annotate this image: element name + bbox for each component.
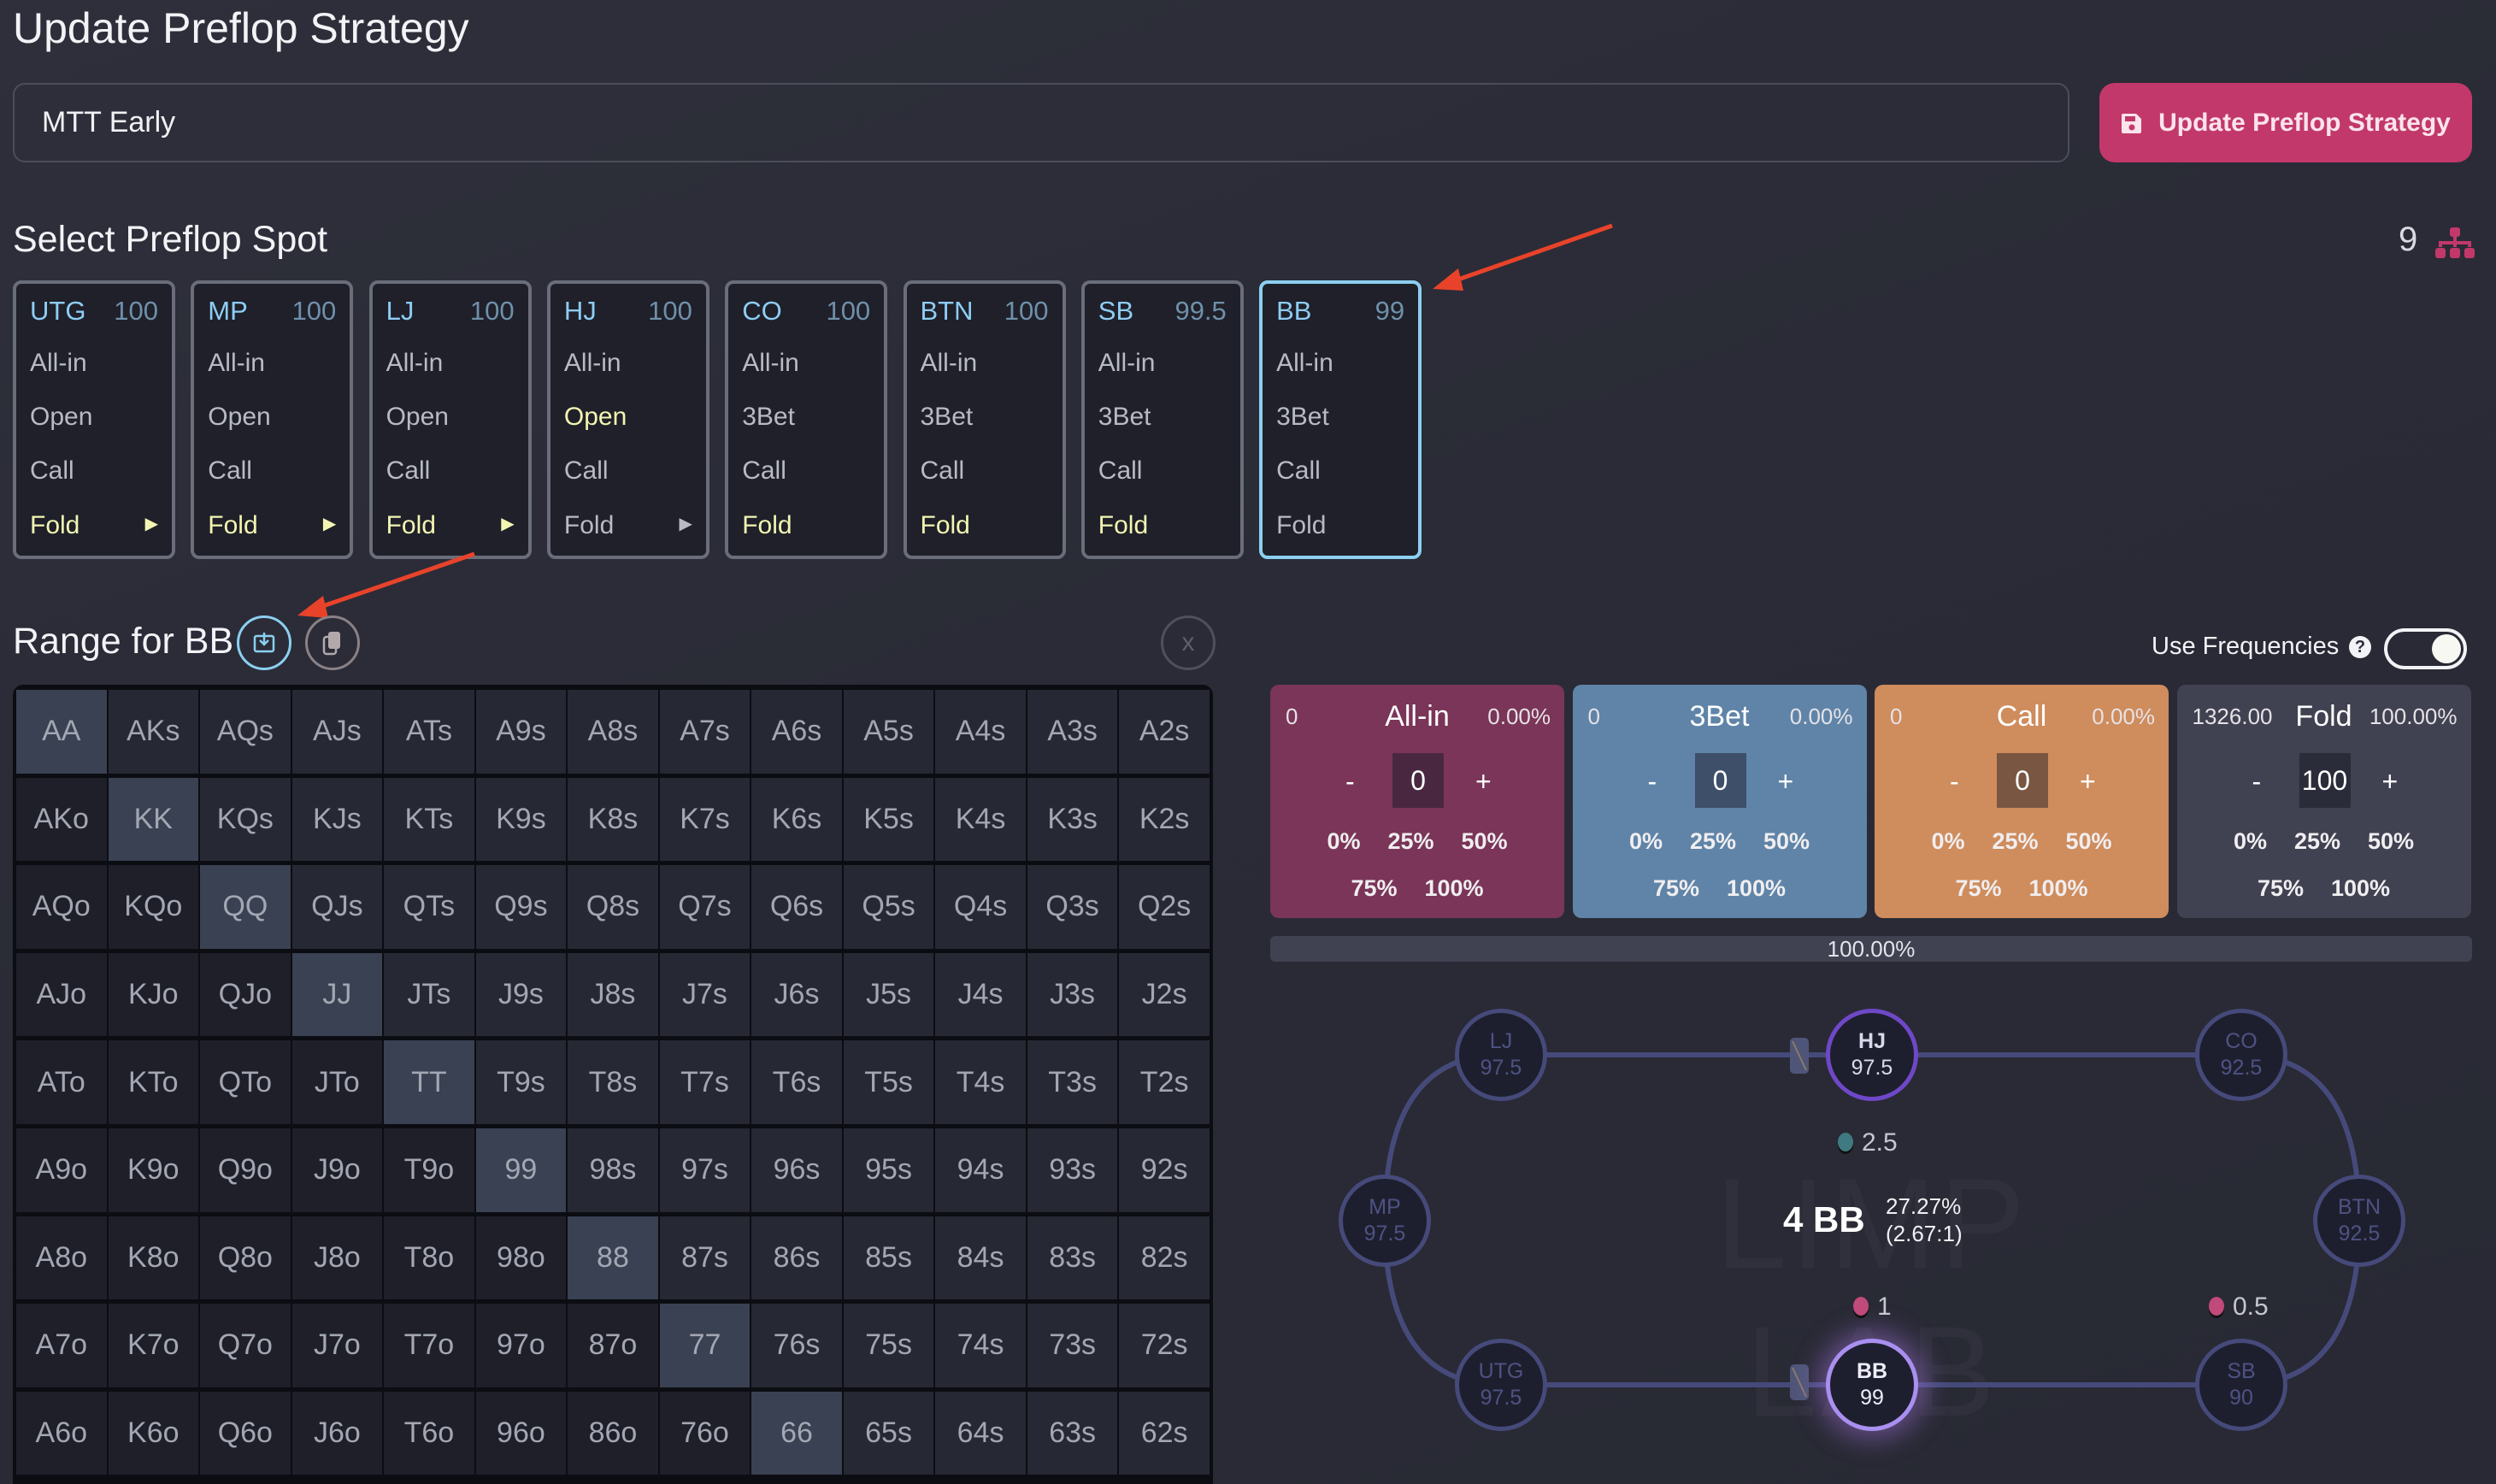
pot-odds-percent: 27.27% (1886, 1193, 1962, 1219)
seat-hj[interactable]: HJ 97.5 (1826, 1009, 1918, 1101)
seat-mp[interactable]: MP 97.5 (1339, 1175, 1431, 1267)
bet-amount: 2.5 (1862, 1128, 1898, 1157)
seat-stack: 90 (2229, 1386, 2253, 1410)
chip-icon (2209, 1297, 2224, 1316)
seat-stack: 97.5 (1480, 1056, 1522, 1080)
bet-amount: 1 (1877, 1293, 1892, 1321)
poker-table (1381, 1038, 2363, 1400)
pot-size: 4 BB (1783, 1199, 1865, 1240)
seat-co[interactable]: CO 92.5 (2195, 1009, 2287, 1101)
seat-sb[interactable]: SB 90 (2195, 1339, 2287, 1431)
chip-icon (1853, 1297, 1869, 1316)
seat-stack: 92.5 (2220, 1056, 2263, 1080)
pot-odds: 27.27% (2.67:1) (1886, 1192, 1963, 1247)
seat-stack: 97.5 (1480, 1386, 1522, 1410)
seat-stack: 97.5 (1363, 1222, 1406, 1246)
table-rail (1381, 1052, 2363, 1387)
seat-stack: 97.5 (1851, 1056, 1893, 1080)
bet-amount: 0.5 (2233, 1293, 2269, 1321)
seat-stack: 92.5 (2338, 1222, 2381, 1246)
seat-utg[interactable]: UTG 97.5 (1455, 1339, 1547, 1431)
seat-position: HJ (1858, 1028, 1886, 1053)
seat-stack: 99 (1860, 1386, 1884, 1410)
seat-position: CO (2225, 1028, 2258, 1053)
chip-icon (1838, 1133, 1853, 1151)
seat-position: BTN (2338, 1194, 2381, 1219)
pot-odds-ratio: (2.67:1) (1886, 1221, 1963, 1246)
seat-position: UTG (1478, 1358, 1524, 1383)
dealer-button-icon (1790, 1364, 1809, 1400)
dealer-button-icon (1790, 1038, 1809, 1074)
seat-btn[interactable]: BTN 92.5 (2313, 1175, 2405, 1267)
seat-bb[interactable]: BB 99 (1826, 1339, 1918, 1431)
seat-position: SB (2227, 1358, 2256, 1383)
seat-lj[interactable]: LJ 97.5 (1455, 1009, 1547, 1101)
seat-position: LJ (1489, 1028, 1513, 1053)
seat-position: BB (1856, 1358, 1888, 1383)
seat-position: MP (1369, 1194, 1401, 1219)
